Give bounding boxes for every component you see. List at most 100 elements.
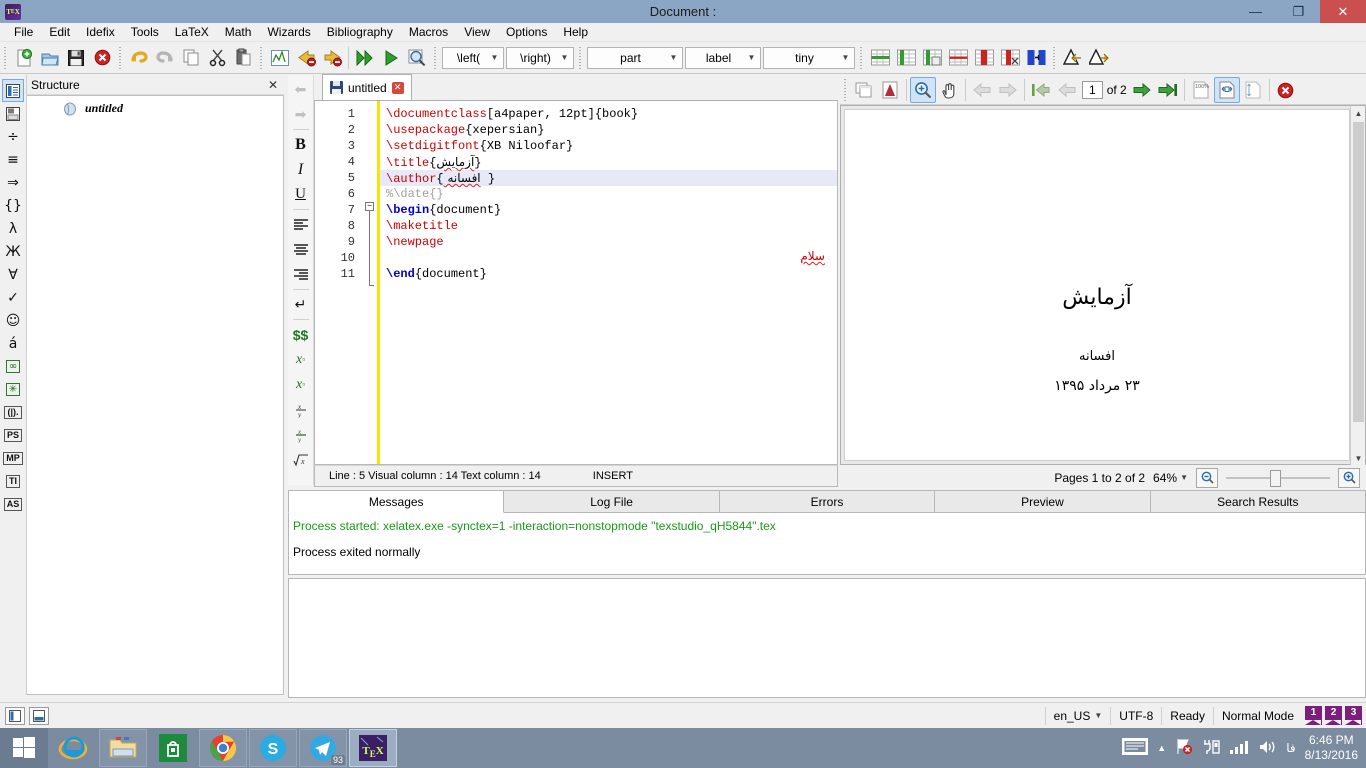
scroll-up-icon[interactable]: ▲ xyxy=(1351,106,1366,121)
magnify-tool-icon[interactable] xyxy=(910,77,936,103)
taskbar-clock[interactable]: 6:46 PM 8/13/2016 xyxy=(1305,733,1358,763)
tab-errors[interactable]: Errors xyxy=(719,490,936,513)
code-line[interactable]: \author{افسانه } xyxy=(386,170,495,186)
tab-preview[interactable]: Preview xyxy=(935,490,1151,513)
new-file-icon[interactable] xyxy=(11,45,37,71)
zoom-100-icon[interactable]: 100% xyxy=(1188,77,1214,103)
menu-file[interactable]: File xyxy=(6,24,41,40)
code-line[interactable]: \begin{document} xyxy=(386,202,501,218)
menu-wizards[interactable]: Wizards xyxy=(259,24,318,40)
last-page-icon[interactable] xyxy=(1155,77,1181,103)
add-column-icon[interactable] xyxy=(893,45,919,71)
undo-icon[interactable] xyxy=(126,45,152,71)
maximize-button[interactable]: ❐ xyxy=(1277,0,1320,23)
menu-macros[interactable]: Macros xyxy=(401,24,456,40)
next-error-icon[interactable] xyxy=(319,45,345,71)
lower-output-pane[interactable] xyxy=(288,578,1366,698)
pdf-scrollbar[interactable]: ▲ ▼ xyxy=(1350,106,1365,466)
message-panel-body[interactable]: Process started: xelatex.exe -synctex=1 … xyxy=(288,513,1366,575)
underline-icon[interactable]: U xyxy=(290,182,312,207)
code-line[interactable]: %\date{} xyxy=(386,186,444,202)
tab-search-results[interactable]: Search Results xyxy=(1150,490,1366,513)
menu-options[interactable]: Options xyxy=(498,24,555,40)
menu-math[interactable]: Math xyxy=(217,24,260,40)
menu-edit[interactable]: Edit xyxy=(41,24,78,40)
bookmark-1-icon[interactable]: 1 xyxy=(1305,706,1322,725)
toolbar-grip-5[interactable] xyxy=(577,46,584,69)
quick-build-icon[interactable] xyxy=(378,45,404,71)
toolbar-grip-6[interactable] xyxy=(858,46,865,69)
close-viewer-icon[interactable] xyxy=(1273,77,1299,103)
align-right-icon[interactable] xyxy=(290,262,312,287)
bold-icon[interactable]: B xyxy=(290,132,312,157)
menu-idefix[interactable]: Idefix xyxy=(78,24,123,40)
volume-icon[interactable] xyxy=(1258,739,1277,758)
google-chrome-icon[interactable] xyxy=(199,729,247,767)
superscript-icon[interactable]: x ▫ xyxy=(290,372,312,397)
navigate-forward-icon[interactable]: ➡ xyxy=(290,102,312,127)
start-button[interactable] xyxy=(0,728,48,768)
toggle-message-view-icon[interactable] xyxy=(29,706,49,725)
close-button[interactable]: ✕ xyxy=(1320,0,1366,23)
toolbar-grip-7[interactable] xyxy=(1051,46,1058,69)
fold-column[interactable]: − xyxy=(363,101,377,464)
code-line[interactable]: \title{آزمایش} xyxy=(386,154,481,170)
zoom-in-icon[interactable] xyxy=(1338,467,1360,488)
dfrac-icon[interactable]: xy xyxy=(290,422,312,447)
zoom-slider[interactable] xyxy=(1226,469,1330,487)
internet-explorer-icon[interactable] xyxy=(49,729,97,767)
pdf-toolbar-grip[interactable] xyxy=(842,79,849,101)
remove-row-icon[interactable] xyxy=(945,45,971,71)
structure-tree[interactable]: untitled xyxy=(27,95,284,695)
show-hidden-icons-icon[interactable]: ▲ xyxy=(1157,743,1166,753)
remove-column-icon[interactable] xyxy=(971,45,997,71)
add-row-icon[interactable] xyxy=(867,45,893,71)
open-file-icon[interactable] xyxy=(37,45,63,71)
build-and-view-icon[interactable] xyxy=(352,45,378,71)
label-combo[interactable]: label ▼ xyxy=(685,46,761,69)
fit-page-icon[interactable] xyxy=(1240,77,1266,103)
tab-log-file[interactable]: Log File xyxy=(504,490,720,513)
menu-bibliography[interactable]: Bibliography xyxy=(319,24,401,40)
forward-icon[interactable] xyxy=(995,77,1021,103)
paste-icon[interactable] xyxy=(230,45,256,71)
fit-width-icon[interactable] xyxy=(1213,77,1240,103)
toolbar-grip-3[interactable] xyxy=(258,46,265,69)
menu-help[interactable]: Help xyxy=(555,24,596,40)
scrollbar-thumb[interactable] xyxy=(1353,122,1364,422)
zoom-out-icon[interactable] xyxy=(1196,467,1218,488)
section-combo[interactable]: part ▼ xyxy=(587,46,683,69)
close-icon[interactable]: ✕ xyxy=(268,78,278,92)
menu-tools[interactable]: Tools xyxy=(123,24,167,40)
code-line[interactable]: \newpage xyxy=(386,234,444,250)
minimize-button[interactable]: — xyxy=(1234,0,1277,23)
network-signal-icon[interactable] xyxy=(1229,739,1249,758)
skype-icon[interactable]: S xyxy=(249,729,297,767)
previous-error-icon[interactable] xyxy=(293,45,319,71)
toolbar-grip[interactable] xyxy=(2,46,9,69)
code-line[interactable]: \setdigitfont{XB Niloofar} xyxy=(386,138,573,154)
redo-icon[interactable] xyxy=(152,45,178,71)
previous-mark-icon[interactable] xyxy=(1060,45,1086,71)
navigate-back-icon[interactable]: ⬅ xyxy=(290,77,312,102)
next-mark-icon[interactable] xyxy=(1086,45,1112,71)
sqrt-icon[interactable]: x xyxy=(290,447,312,472)
close-file-icon[interactable] xyxy=(89,45,115,71)
code-line[interactable]: \maketitle xyxy=(386,218,458,234)
fontsize-combo[interactable]: tiny ▼ xyxy=(763,46,855,69)
open-pdf-icon[interactable] xyxy=(877,77,903,103)
previous-page-icon[interactable] xyxy=(1054,77,1080,103)
slider-knob[interactable] xyxy=(1270,469,1281,487)
toggle-structure-view-icon[interactable] xyxy=(5,706,25,725)
external-viewer-icon[interactable] xyxy=(851,77,877,103)
texstudio-taskbar-icon[interactable]: TEX xyxy=(349,729,397,767)
toolbar-grip-4[interactable] xyxy=(432,46,439,69)
telegram-icon[interactable]: 93 xyxy=(299,729,347,767)
structure-root-item[interactable]: untitled xyxy=(27,96,283,116)
page-number-input[interactable]: 1 xyxy=(1082,81,1103,99)
pan-tool-icon[interactable] xyxy=(936,77,962,103)
toolbar-grip-2[interactable] xyxy=(117,46,124,69)
italic-icon[interactable]: I xyxy=(290,157,312,182)
tab-messages[interactable]: Messages xyxy=(288,490,505,513)
code-lines[interactable]: \documentclass[a4paper, 12pt]{book} \usep… xyxy=(380,101,837,464)
